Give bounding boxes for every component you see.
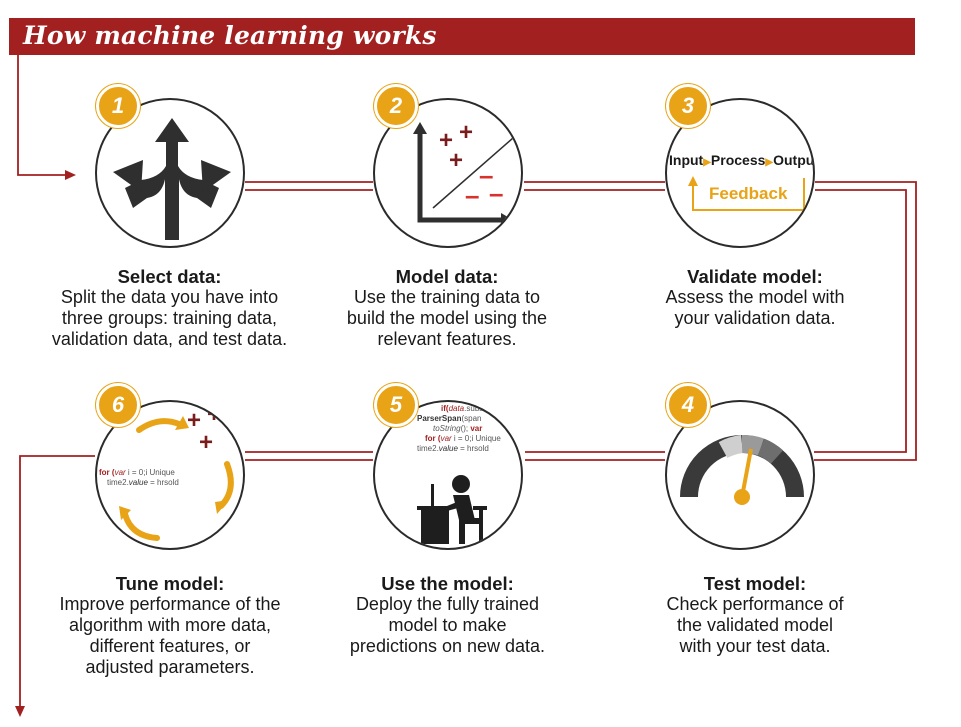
- step-4-line: the validated model: [676, 615, 834, 635]
- step-2-line: build the model using the: [346, 308, 548, 328]
- step-2-badge: 2: [374, 84, 418, 128]
- minus-sign: –: [489, 178, 503, 208]
- flow-line-2-3: [524, 181, 665, 191]
- step-6-badge: 6: [96, 383, 140, 427]
- step-2-title: Model data:: [395, 266, 499, 287]
- flow-line-4-5: [525, 451, 665, 461]
- step-5-caption: Use the model: Deploy the fully trained …: [315, 573, 580, 657]
- step-5-line: Deploy the fully trained: [355, 594, 540, 614]
- step-5-badge: 5: [374, 383, 418, 427]
- step-5-title: Use the model:: [381, 573, 514, 594]
- step-5-line: model to make: [388, 615, 507, 635]
- code-token: var: [114, 468, 126, 477]
- code-token: time2.: [107, 478, 129, 487]
- code-token: = hrsold: [147, 478, 179, 487]
- step-4-title: Test model:: [703, 573, 807, 594]
- step-3-caption: Validate model: Assess the model with yo…: [620, 266, 890, 329]
- step-6-title: Tune model:: [115, 573, 225, 594]
- step-6-line: different features, or: [89, 636, 251, 656]
- step-1-caption: Select data: Split the data you have int…: [12, 266, 327, 350]
- step-3-badge: 3: [666, 84, 710, 128]
- step-1-line: Split the data you have into: [60, 287, 279, 307]
- plus-sign: +: [449, 147, 463, 174]
- code-line: time2.value = hrsold: [99, 478, 179, 488]
- step-3-title: Validate model:: [687, 266, 823, 287]
- code-token: for (: [99, 468, 115, 477]
- step-2-caption: Model data: Use the training data to bui…: [302, 266, 592, 350]
- step-2-line: Use the training data to: [353, 287, 541, 307]
- step-6-line: Improve performance of the: [59, 594, 281, 614]
- minus-sign: –: [465, 180, 479, 210]
- flow-line-5-6: [245, 451, 373, 461]
- step-1-title: Select data:: [117, 266, 222, 287]
- step-4-badge: 4: [666, 383, 710, 427]
- code-token: i = 0;i Unique: [125, 468, 175, 477]
- plus-sign: +: [459, 119, 473, 146]
- step-3-line: Assess the model with: [665, 287, 845, 307]
- step-4-caption: Test model: Check performance of the val…: [620, 573, 890, 657]
- step-4-line: with your test data.: [679, 636, 831, 656]
- step-5-line: predictions on new data.: [349, 636, 546, 656]
- flow-arrowhead-exit: [15, 706, 25, 717]
- step-3-line: your validation data.: [674, 308, 836, 328]
- code-token: value: [128, 478, 148, 487]
- plus-sign: +: [207, 402, 221, 428]
- step-1-line: three groups: training data,: [61, 308, 278, 328]
- step-1-line: validation data, and test data.: [51, 329, 288, 349]
- step-4-line: Check performance of: [666, 594, 844, 614]
- step-2-line: relevant features.: [377, 329, 517, 349]
- flow-line-1-2: [245, 181, 373, 191]
- flow-arrowhead-start: [65, 170, 76, 180]
- plus-sign: +: [199, 429, 213, 456]
- flow-line-start: [17, 55, 65, 176]
- feedback-label: Feedback: [709, 184, 788, 203]
- step-6-line: algorithm with more data,: [68, 615, 272, 635]
- step-6-line: adjusted parameters.: [85, 657, 255, 677]
- step-6-caption: Tune model: Improve performance of the a…: [20, 573, 320, 678]
- code-line: for (var i = 0;i Unique: [99, 468, 179, 478]
- code-snippet: for (var i = 0;i Unique time2.value = hr…: [99, 468, 179, 488]
- step-1-badge: 1: [96, 84, 140, 128]
